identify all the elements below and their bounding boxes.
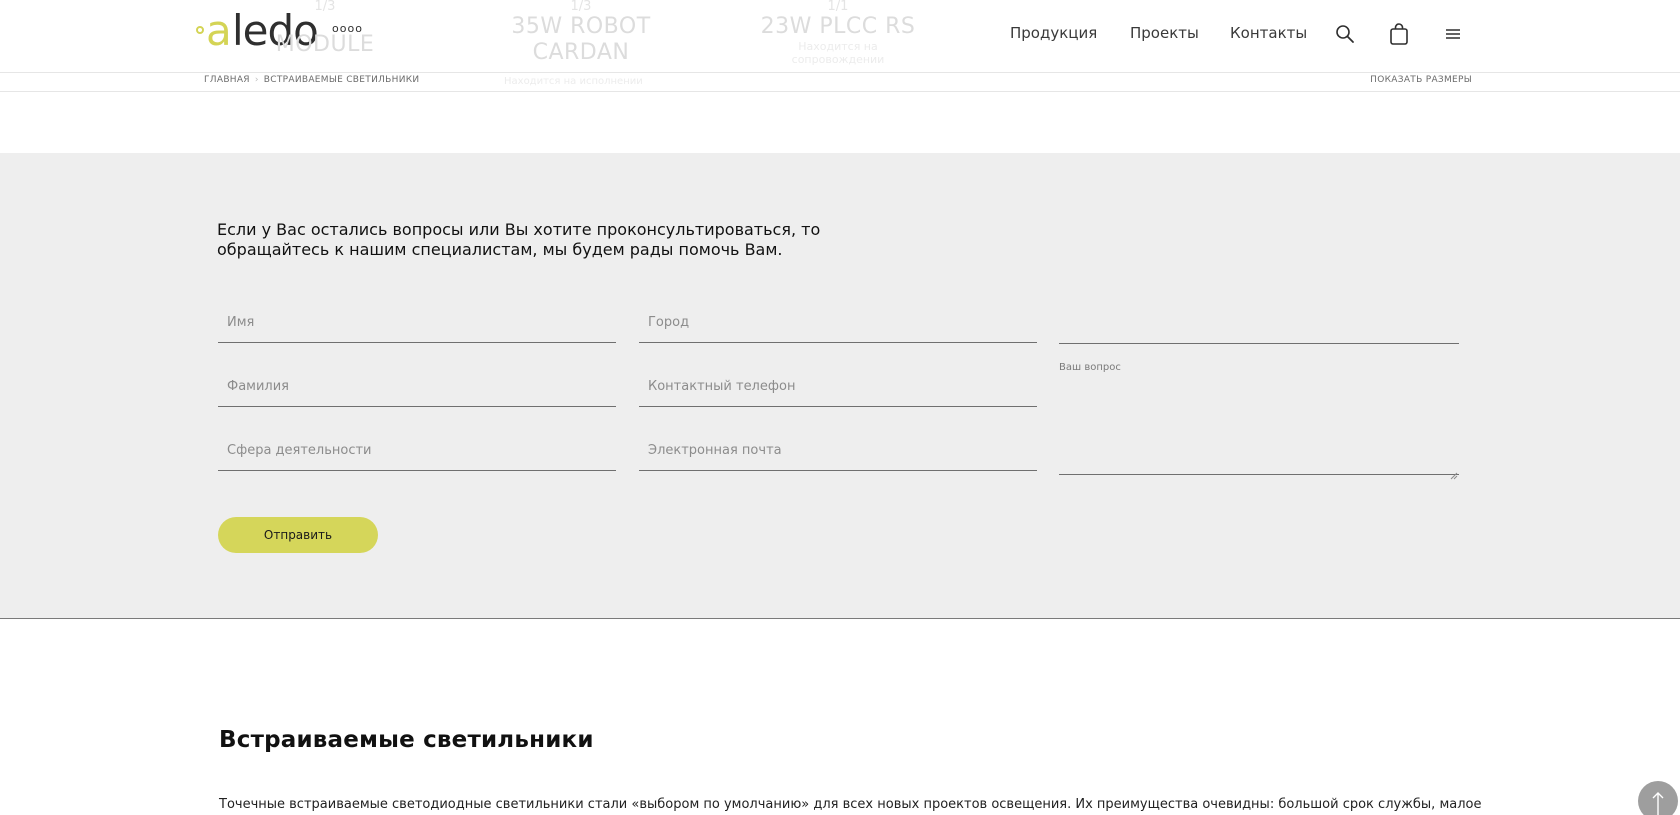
section-title: Встраиваемые светильники [219, 727, 594, 753]
ghost-counter: 1/1 [827, 0, 849, 14]
activity-field[interactable]: Сфера деятельности [218, 433, 616, 471]
site-header: a ledo oooo 1/3 MODULE 1/3 35W ROBOT CAR… [0, 0, 1680, 73]
ghost-name: 35W ROBOT [511, 14, 651, 39]
form-intro: Если у Вас остались вопросы или Вы хотит… [217, 220, 857, 260]
section-text: Точечные встраиваемые светодиодные свети… [219, 797, 1482, 812]
contact-form-section: Если у Вас остались вопросы или Вы хотит… [0, 153, 1680, 619]
city-placeholder: Город [648, 315, 690, 330]
ghost-product-3: 1/1 23W PLCC RS Находится на сопровожден… [752, 0, 924, 66]
email-field[interactable]: Электронная почта [639, 433, 1037, 471]
arrow-up-icon [1652, 792, 1664, 815]
surname-placeholder: Фамилия [227, 379, 289, 394]
breadcrumb-separator: › [254, 75, 259, 85]
show-sizes-link[interactable]: ПОКАЗАТЬ РАЗМЕРЫ [1370, 75, 1472, 85]
question-label: Ваш вопрос [1059, 362, 1121, 373]
logo-dot-icon [196, 26, 204, 34]
breadcrumb-bar: ГЛАВНАЯ › ВСТРАИВАЕМЫЕ СВЕТИЛЬНИКИ Находит… [0, 73, 1680, 92]
scroll-top-button[interactable] [1638, 781, 1678, 815]
breadcrumb-current[interactable]: ВСТРАИВАЕМЫЕ СВЕТИЛЬНИКИ [264, 75, 420, 85]
nav-contacts[interactable]: Контакты [1230, 24, 1307, 42]
submit-button[interactable]: Отправить [218, 517, 378, 553]
hamburger-menu-icon[interactable] [1441, 22, 1465, 46]
ghost-counter: 1/3 [314, 0, 336, 14]
logo-letter-a: a [206, 6, 232, 55]
question-textarea[interactable]: Ваш вопрос [1059, 355, 1459, 480]
name-placeholder: Имя [227, 315, 255, 330]
surname-field[interactable]: Фамилия [218, 369, 616, 407]
name-field[interactable]: Имя [218, 305, 616, 343]
ghost-counter: 1/3 [570, 0, 592, 14]
resize-handle-icon[interactable] [1450, 465, 1458, 480]
nav-projects[interactable]: Проекты [1130, 24, 1199, 42]
shopping-bag-icon[interactable] [1387, 22, 1411, 46]
breadcrumb: ГЛАВНАЯ › ВСТРАИВАЕМЫЕ СВЕТИЛЬНИКИ [204, 75, 419, 85]
city-field[interactable]: Город [639, 305, 1037, 343]
search-icon[interactable] [1333, 22, 1357, 46]
ghost-status: Находится на исполнении [504, 76, 643, 87]
email-placeholder: Электронная почта [648, 443, 782, 458]
ghost-sub: Находится на сопровождении [791, 40, 885, 66]
activity-placeholder: Сфера деятельности [227, 443, 372, 458]
ghost-name-line2: CARDAN [532, 40, 630, 65]
ghost-product-1: 1/3 MODULE [265, 0, 385, 58]
ghost-name: MODULE [275, 32, 375, 57]
question-top-line [1059, 343, 1459, 344]
phone-placeholder: Контактный телефон [648, 379, 796, 394]
form-intro-line2: обращайтесь к нашим специалистам, мы буд… [217, 240, 783, 259]
ghost-name: 23W PLCC RS [760, 14, 916, 39]
nav-products[interactable]: Продукция [1010, 24, 1097, 42]
form-intro-line1: Если у Вас остались вопросы или Вы хотит… [217, 220, 821, 239]
ghost-product-2: 1/3 35W ROBOT CARDAN [500, 0, 662, 66]
phone-field[interactable]: Контактный телефон [639, 369, 1037, 407]
breadcrumb-home[interactable]: ГЛАВНАЯ [204, 75, 250, 85]
